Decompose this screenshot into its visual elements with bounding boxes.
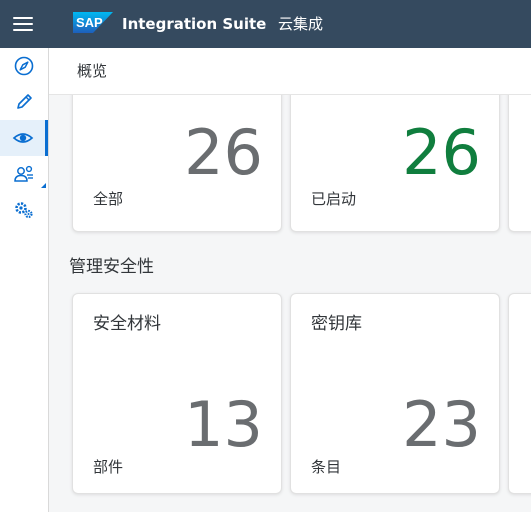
sap-logo: SAP xyxy=(73,12,113,33)
page-title: 概览 xyxy=(77,62,108,80)
tile-security-material[interactable]: 安全材料 13 部件 xyxy=(72,293,282,494)
eye-icon xyxy=(12,133,33,143)
tile-value: 23 xyxy=(402,388,481,461)
tile-partial[interactable] xyxy=(508,293,531,494)
menu-icon[interactable] xyxy=(12,12,36,36)
tile-unit: 全部 xyxy=(93,190,124,208)
manage-users-icon xyxy=(14,165,33,182)
nav-item-discover[interactable] xyxy=(0,48,48,84)
gears-icon xyxy=(15,202,33,219)
tile-keystore[interactable]: 密钥库 23 条目 xyxy=(290,293,500,494)
overview-content: 26 全部 26 已启动 管理安全性 安全材料 13 部件 密钥库 23 条目 xyxy=(49,95,531,512)
product-subtitle: 云集成 xyxy=(278,15,324,33)
tile-all-messages[interactable]: 26 全部 xyxy=(72,95,282,232)
tile-unit: 条目 xyxy=(311,458,342,476)
tile-value: 13 xyxy=(184,388,263,461)
tile-value: 26 xyxy=(402,116,481,189)
svg-text:SAP: SAP xyxy=(76,15,103,30)
tile-title: 密钥库 xyxy=(311,314,362,334)
nav-item-settings[interactable] xyxy=(0,192,48,228)
section-title-manage-security: 管理安全性 xyxy=(69,257,154,277)
nav-item-monitor[interactable] xyxy=(0,120,48,156)
expand-indicator-icon xyxy=(41,183,46,188)
tile-unit: 部件 xyxy=(93,458,124,476)
tile-started[interactable]: 26 已启动 xyxy=(290,95,500,232)
compass-icon xyxy=(14,56,34,76)
tile-partial[interactable] xyxy=(508,95,531,232)
shell-bar: SAP Integration Suite 云集成 xyxy=(0,0,531,48)
nav-item-design[interactable] xyxy=(0,84,48,120)
tile-value: 26 xyxy=(184,116,263,189)
tile-title: 安全材料 xyxy=(93,314,161,334)
tile-unit: 已启动 xyxy=(311,190,357,208)
page-header: 概览 xyxy=(49,48,531,95)
product-name: Integration Suite xyxy=(122,15,267,33)
nav-item-manage-users[interactable] xyxy=(0,156,48,192)
pencil-icon xyxy=(17,94,32,109)
side-navigation xyxy=(0,48,49,512)
